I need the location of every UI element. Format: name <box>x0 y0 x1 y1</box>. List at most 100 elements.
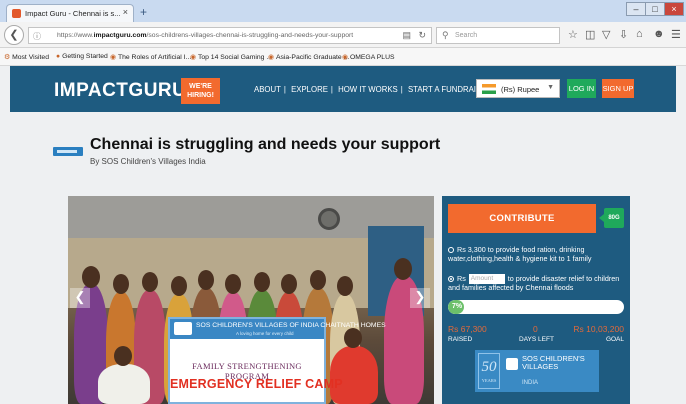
login-button[interactable]: LOG IN <box>567 79 596 98</box>
globe-icon: ◉ <box>110 54 116 61</box>
india-flag-icon <box>482 84 496 94</box>
reader-view-icon[interactable]: ▤ <box>402 30 411 41</box>
tab-title: Impact Guru - Chennai is s... <box>25 9 121 18</box>
funding-progress-bar: 7% <box>448 300 624 314</box>
contribute-button[interactable]: CONTRIBUTE <box>448 204 596 233</box>
bookmark-most-visited[interactable]: ⚙ Most Visited <box>4 53 49 61</box>
search-icon: ⚲ <box>442 30 449 40</box>
signup-button[interactable]: SIGN UP <box>602 79 634 98</box>
url-path: /sos-childrens-villages-chennai-is-strug… <box>146 32 354 39</box>
bookmarks-bar: ⚙ Most Visited ● Getting Started ◉ The Role… <box>0 48 686 66</box>
bookmark-omega-plus[interactable]: ◉ OMEGA PLUS <box>342 53 395 61</box>
globe-icon: ◉ <box>268 54 274 61</box>
photo-person <box>98 364 150 404</box>
sos-logo-icon <box>506 358 518 370</box>
days-left-label: DAYS LEFT <box>519 336 554 343</box>
photo-head <box>82 266 100 288</box>
photo-head <box>171 276 187 296</box>
clipboard-icon[interactable]: ◫ <box>585 28 595 41</box>
minimize-icon[interactable]: – <box>626 2 646 16</box>
lock-info-icon[interactable]: ⓘ <box>33 31 41 42</box>
currency-value: (Rs) Rupee <box>501 85 540 94</box>
banner-header: SOS CHILDREN'S VILLAGES OF INDIA CHAITNA… <box>170 319 386 339</box>
nav-how-it-works[interactable]: HOW IT WORKS <box>338 85 398 94</box>
raised-label: RAISED <box>448 336 473 343</box>
organization-card[interactable]: 50 YEARS SOS CHILDREN'S VILLAGES INDIA <box>475 350 599 392</box>
url-bar[interactable]: ⓘ https://www.impactguru.com/sos-childre… <box>28 27 432 44</box>
globe-icon: ◉ <box>190 54 196 61</box>
browser-nav-bar: ❮ ⓘ https://www.impactguru.com/sos-child… <box>0 22 686 48</box>
window-close-icon[interactable]: × <box>664 2 684 16</box>
bookmark-folder-icon: ⚙ <box>4 54 11 61</box>
reload-icon[interactable]: ↻ <box>418 30 426 41</box>
banner-line1: SOS CHILDREN'S VILLAGES OF INDIA CHAITNA… <box>196 322 386 329</box>
photo-person <box>330 346 378 404</box>
bookmark-getting-started[interactable]: ● Getting Started <box>56 53 108 60</box>
relief-camp-banner: SOS CHILDREN'S VILLAGES OF INDIA CHAITNA… <box>168 317 386 404</box>
tax-80g-badge: 80G <box>599 208 624 228</box>
donation-option-2[interactable]: Rs Amount to provide disaster relief to ch… <box>448 274 624 293</box>
goal-value: Rs 10,03,200 <box>573 324 624 334</box>
impactguru-favicon-icon <box>12 9 21 18</box>
campaign-organizer: By SOS Children's Villages India <box>90 157 206 166</box>
option-2-prefix: Rs <box>457 273 466 283</box>
photo-head <box>225 274 241 294</box>
pocket-icon[interactable]: ▽ <box>602 28 610 41</box>
campaign-photo: SOS CHILDREN'S VILLAGES OF INDIA CHAITNA… <box>68 196 434 404</box>
photo-head <box>337 276 353 296</box>
photo-head <box>113 274 129 294</box>
photo-head <box>254 272 270 292</box>
chevron-right-icon[interactable]: ❯ <box>410 288 430 308</box>
sos-banner-logo <box>174 322 192 335</box>
photo-head <box>114 346 132 366</box>
hiring-badge[interactable]: WE'RE HIRING! <box>181 78 220 104</box>
browser-search-input[interactable]: ⚲ Search <box>436 27 560 44</box>
browser-tab-bar: Impact Guru - Chennai is s... × + – □ × <box>0 0 686 22</box>
photo-head <box>198 270 214 290</box>
photo-head <box>281 274 297 294</box>
photo-head <box>394 258 412 280</box>
sync-icon[interactable]: ☻ <box>653 28 665 40</box>
url-prefix: https://www. <box>57 32 94 39</box>
donation-option-1[interactable]: Rs 3,300 to provide food ration, drinkin… <box>448 245 624 263</box>
progress-label: 7% <box>452 303 463 310</box>
bookmark-asia-pacific[interactable]: ◉ Asia-Pacific Graduate ... <box>268 53 349 61</box>
tab-close-icon[interactable]: × <box>123 7 128 17</box>
years-number: 50 <box>481 359 497 375</box>
firefox-icon: ● <box>56 53 61 60</box>
days-left-value: 0 <box>533 324 538 334</box>
download-icon[interactable]: ⇩ <box>619 28 628 41</box>
photo-head <box>310 270 326 290</box>
goal-label: GOAL <box>605 336 624 343</box>
photo-head <box>142 272 158 292</box>
fifty-years-emblem: 50 YEARS <box>478 353 500 389</box>
search-placeholder: Search <box>455 32 478 39</box>
impactguru-logo[interactable]: IMPACTGURU <box>54 80 186 102</box>
menu-icon[interactable]: ☰ <box>671 28 681 41</box>
maximize-icon[interactable]: □ <box>645 2 665 16</box>
org-country: INDIA <box>522 380 539 386</box>
years-label: YEARS <box>481 378 497 383</box>
site-header: IMPACTGURU WE'RE HIRING! ABOUT | EXPLORE |… <box>10 66 676 112</box>
photo-head <box>344 328 362 348</box>
bookmark-star-icon[interactable]: ☆ <box>568 28 578 41</box>
nav-about[interactable]: ABOUT <box>254 85 281 94</box>
banner-line2: A loving home for every child <box>236 331 294 336</box>
option-2-radio[interactable] <box>448 276 454 282</box>
donation-panel: CONTRIBUTE 80G Rs 3,300 to provide food … <box>442 196 630 404</box>
url-domain: impactguru.com <box>93 32 147 39</box>
browser-tab[interactable]: Impact Guru - Chennai is s... × <box>6 4 134 22</box>
nav-explore[interactable]: EXPLORE <box>291 85 328 94</box>
back-button[interactable]: ❮ <box>4 25 24 45</box>
home-icon[interactable]: ⌂ <box>636 28 643 40</box>
option-1-radio[interactable] <box>448 247 454 254</box>
main-nav: ABOUT | EXPLORE | HOW IT WORKS | START A FU… <box>254 85 493 94</box>
campaign-title: Chennai is struggling and needs your sup… <box>90 136 441 153</box>
new-tab-button[interactable]: + <box>140 5 147 19</box>
option-1-text: Rs 3,300 to provide food ration, drinkin… <box>448 245 592 263</box>
bookmark-roles-of-ai[interactable]: ◉ The Roles of Artificial I... <box>110 53 191 61</box>
chevron-down-icon: ▼ <box>547 84 554 91</box>
currency-select[interactable]: (Rs) Rupee ▼ <box>476 79 560 98</box>
bookmark-social-gaming[interactable]: ◉ Top 14 Social Gaming ... <box>190 53 272 61</box>
chevron-left-icon[interactable]: ❮ <box>70 288 90 308</box>
